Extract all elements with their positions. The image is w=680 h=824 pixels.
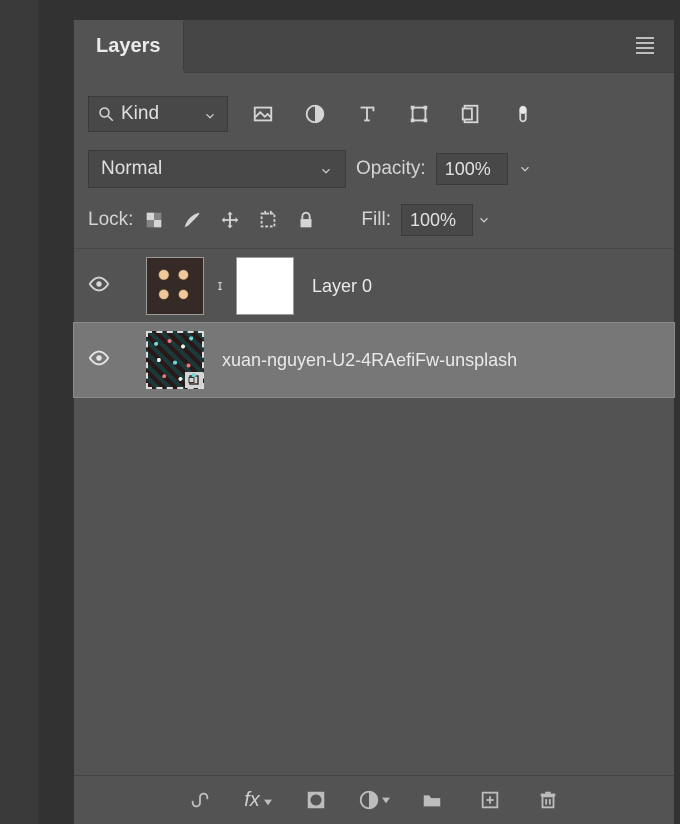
panel-footer: fx — [74, 775, 674, 824]
fill-input[interactable]: 100% — [401, 204, 473, 236]
filter-toggle-icon[interactable] — [506, 99, 540, 129]
lock-all-icon[interactable] — [289, 205, 323, 235]
opacity-value: 100% — [445, 159, 491, 180]
filter-row: Kind — [88, 96, 660, 132]
layer-effects-button[interactable]: fx — [241, 785, 275, 815]
fill-label: Fill: — [361, 209, 391, 231]
blend-opacity-row: Normal Opacity: 100% — [88, 150, 660, 188]
panel-tabbar: Layers — [74, 20, 674, 72]
fill-value: 100% — [410, 210, 456, 231]
smartobject-badge-icon — [185, 372, 203, 388]
filter-type-select[interactable]: Kind — [88, 96, 228, 132]
filter-image-icon[interactable] — [246, 99, 280, 129]
chevron-down-icon — [203, 107, 217, 121]
add-mask-icon[interactable] — [299, 785, 333, 815]
chevron-down-icon[interactable] — [477, 213, 491, 227]
opacity-label: Opacity: — [356, 158, 426, 180]
layer-row[interactable]: Layer 0 — [74, 249, 674, 323]
lock-label: Lock: — [88, 209, 133, 231]
panel-tabbar-spacer — [184, 20, 675, 73]
link-layers-icon[interactable] — [183, 785, 217, 815]
layer-name[interactable]: xuan-nguyen-U2-4RAefiFw-unsplash — [222, 350, 664, 371]
search-icon — [97, 105, 115, 123]
filter-adjustment-icon[interactable] — [298, 99, 332, 129]
layer-mask-thumbnail[interactable] — [236, 257, 294, 315]
layers-panel: Layers Kind — [74, 20, 674, 824]
new-layer-icon[interactable] — [473, 785, 507, 815]
layer-row[interactable]: xuan-nguyen-U2-4RAefiFw-unsplash — [74, 323, 674, 397]
filter-smartobject-icon[interactable] — [454, 99, 488, 129]
panel-menu-icon[interactable] — [628, 31, 662, 61]
new-adjustment-layer-icon[interactable] — [357, 785, 391, 815]
filter-shape-icon[interactable] — [402, 99, 436, 129]
chevron-down-icon[interactable] — [518, 162, 532, 176]
chevron-down-icon — [319, 162, 333, 176]
app-left-strip — [0, 0, 38, 824]
mask-link-icon[interactable] — [212, 279, 228, 293]
chevron-down-icon — [264, 789, 272, 812]
layer-thumbnail[interactable] — [146, 331, 204, 389]
panel-controls: Kind Normal Opacity: 100% — [74, 72, 674, 248]
layer-name[interactable]: Layer 0 — [312, 276, 664, 297]
lock-position-icon[interactable] — [213, 205, 247, 235]
lock-artboard-icon[interactable] — [251, 205, 285, 235]
lock-transparency-icon[interactable] — [137, 205, 171, 235]
tab-layers[interactable]: Layers — [74, 21, 184, 71]
lock-pixels-icon[interactable] — [175, 205, 209, 235]
blend-mode-select[interactable]: Normal — [88, 150, 346, 188]
filter-type-label: Kind — [121, 103, 159, 125]
fx-label: fx — [244, 789, 260, 812]
opacity-input[interactable]: 100% — [436, 153, 508, 185]
layers-list: Layer 0 xuan-nguyen-U2-4RAefiFw-unsplash — [74, 249, 674, 775]
delete-layer-icon[interactable] — [531, 785, 565, 815]
layer-thumbnail[interactable] — [146, 257, 204, 315]
filter-type-icon[interactable] — [350, 99, 384, 129]
filter-icons-group — [246, 99, 540, 129]
chevron-down-icon — [382, 791, 390, 809]
visibility-eye-icon[interactable] — [88, 347, 110, 374]
new-group-icon[interactable] — [415, 785, 449, 815]
lock-fill-row: Lock: Fill: 100% — [88, 204, 660, 236]
blend-mode-label: Normal — [101, 158, 162, 180]
visibility-eye-icon[interactable] — [88, 273, 110, 300]
